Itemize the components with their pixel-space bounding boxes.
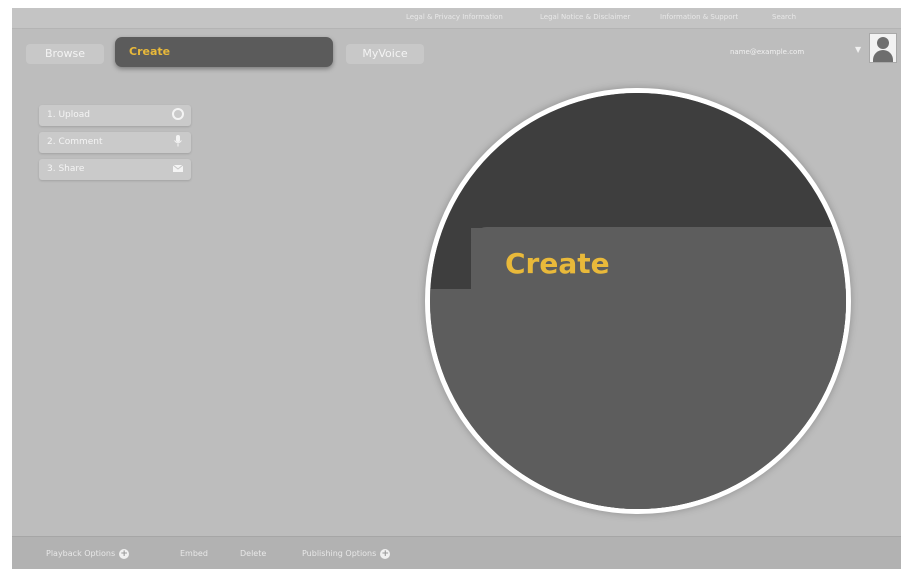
utility-link-legal-notice[interactable]: Legal Notice & Disclaimer [540, 13, 630, 21]
magnifier-callout: Create [425, 88, 851, 514]
step-label: 2. Comment [47, 137, 103, 147]
footer-bar: Playback Options + Embed Delete Publishin… [12, 536, 901, 569]
magnified-create-tab: Create [471, 227, 846, 509]
tab-browse[interactable]: Browse [26, 44, 104, 64]
plus-circle-icon: + [380, 548, 391, 559]
tab-myvoice[interactable]: MyVoice [346, 44, 424, 64]
step-comment[interactable]: 2. Comment [39, 132, 191, 153]
caret-down-icon[interactable]: ▼ [855, 45, 861, 54]
utility-link-support[interactable]: Information & Support [660, 13, 738, 21]
utility-link-legal-privacy[interactable]: Legal & Privacy Information [406, 13, 503, 21]
tab-create-label: Create [129, 45, 171, 58]
magnifier-left-edge [430, 228, 471, 289]
step-list: 1. Upload 2. Comment 3. Share [39, 105, 191, 186]
user-email[interactable]: name@example.com [730, 48, 804, 56]
footer-label: Playback Options [46, 549, 116, 558]
utility-bar: Legal & Privacy Information Legal Notice… [12, 8, 901, 29]
magnifier-top-bar [430, 93, 846, 228]
plus-circle-icon: + [119, 548, 130, 559]
app-frame: Legal & Privacy Information Legal Notice… [12, 8, 901, 569]
microphone-icon [171, 135, 185, 149]
footer-playback-options[interactable]: Playback Options + [46, 547, 130, 561]
email-icon [171, 162, 185, 176]
step-label: 1. Upload [47, 110, 90, 120]
footer-embed[interactable]: Embed [180, 547, 208, 561]
magnified-create-label: Create [505, 247, 610, 280]
main-nav: Browse Create MyVoice name@example.com ▼ [12, 28, 901, 76]
tab-create[interactable]: Create [115, 37, 333, 67]
upload-icon [171, 108, 185, 122]
footer-label: Publishing Options [302, 549, 377, 558]
user-avatar-icon[interactable] [869, 33, 897, 63]
avatar-head [877, 37, 889, 49]
step-upload[interactable]: 1. Upload [39, 105, 191, 126]
utility-link-search[interactable]: Search [772, 13, 796, 21]
avatar-body [873, 50, 893, 62]
footer-publishing-options[interactable]: Publishing Options + [302, 547, 391, 561]
step-share[interactable]: 3. Share [39, 159, 191, 180]
step-label: 3. Share [47, 164, 85, 174]
footer-delete[interactable]: Delete [240, 547, 266, 561]
